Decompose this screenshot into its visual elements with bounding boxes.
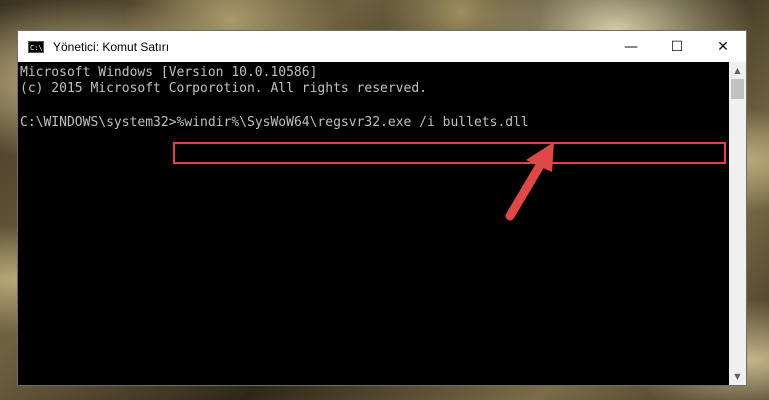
annotation-arrow: [505, 142, 554, 221]
